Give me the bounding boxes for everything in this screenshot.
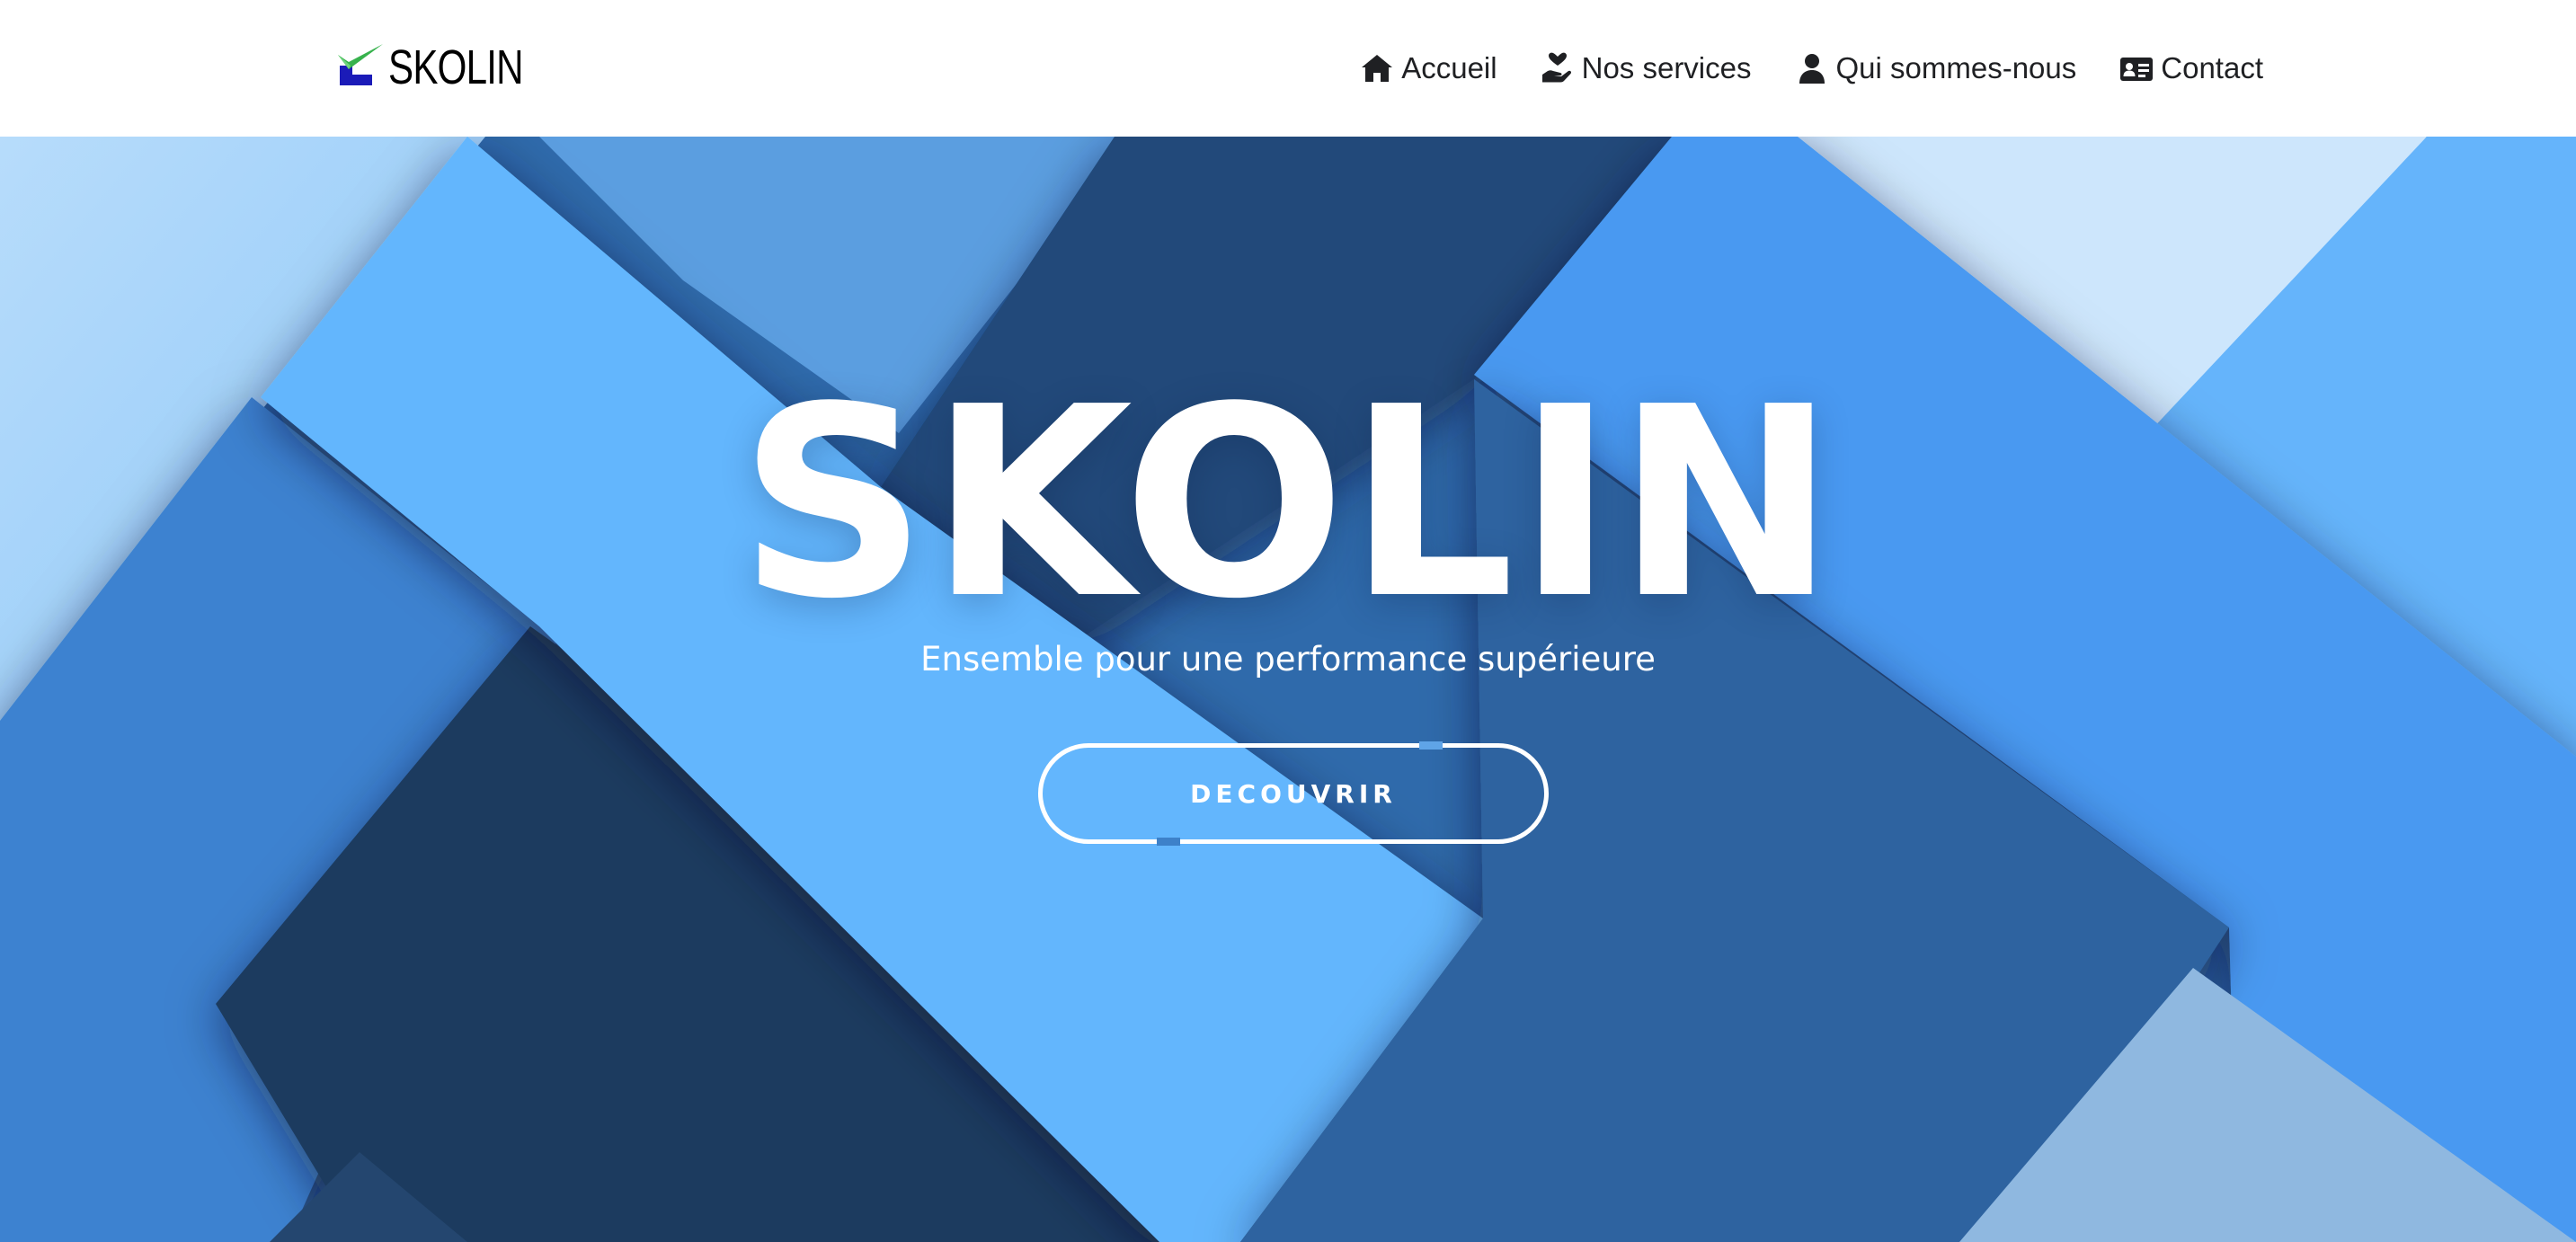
decouvrir-button-label: DECOUVRIR <box>1190 778 1397 809</box>
nav-label-contact: Contact <box>2161 51 2263 84</box>
id-card-icon <box>2119 51 2154 85</box>
hero-subtitle: Ensemble pour une performance supérieure <box>920 640 1656 679</box>
decouvrir-button[interactable]: DECOUVRIR <box>1038 741 1549 846</box>
logo-mark-icon <box>336 42 385 93</box>
nav-item-qui-sommes-nous[interactable]: Qui sommes-nous <box>1795 51 2077 85</box>
hero-title: SKOLIN <box>738 350 1838 656</box>
nav-label-nos-services: Nos services <box>1581 51 1752 84</box>
button-gap-top <box>1419 741 1443 750</box>
logo[interactable]: SKOLIN <box>336 40 561 95</box>
site-header: SKOLIN Accueil Nos services Qui sommes-n… <box>0 0 2576 137</box>
nav-item-contact[interactable]: Contact <box>2119 51 2263 85</box>
hero-section: SKOLIN Ensemble pour une performance sup… <box>0 137 2576 1242</box>
hero-background <box>0 137 2576 1242</box>
nav-label-accueil: Accueil <box>1401 51 1497 84</box>
hand-heart-icon <box>1541 51 1575 85</box>
user-icon <box>1795 51 1829 85</box>
nav-label-qui-sommes-nous: Qui sommes-nous <box>1835 51 2077 84</box>
nav-item-nos-services[interactable]: Nos services <box>1541 51 1752 85</box>
main-nav: Accueil Nos services Qui sommes-nous Con… <box>1360 43 2263 93</box>
button-gap-bottom <box>1157 838 1180 846</box>
nav-item-accueil[interactable]: Accueil <box>1360 51 1497 85</box>
logo-text: SKOLIN <box>388 40 524 94</box>
home-icon <box>1360 51 1394 85</box>
